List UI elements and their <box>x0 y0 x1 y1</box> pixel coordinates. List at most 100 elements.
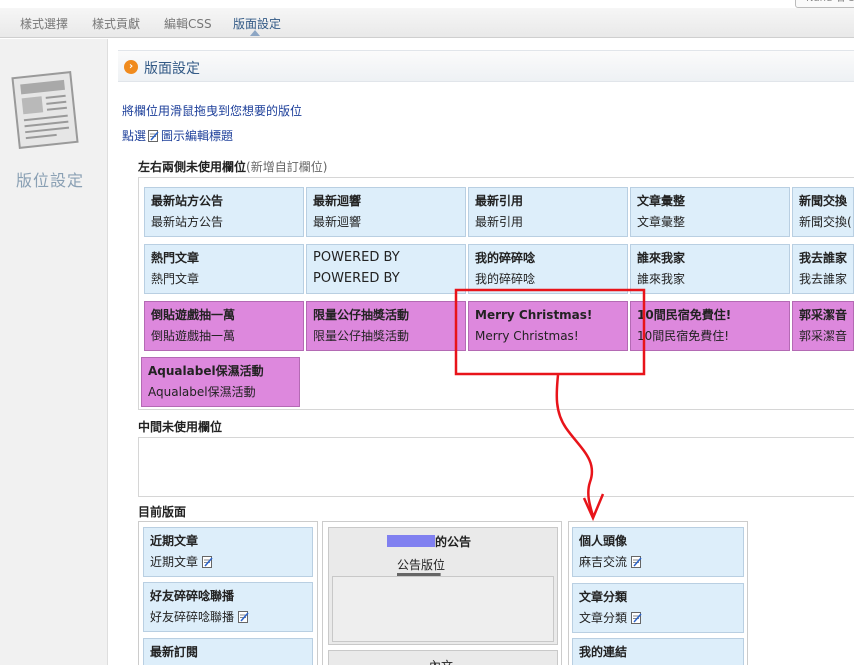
edit-icon[interactable] <box>238 611 249 623</box>
field-title: 好友碎碎唸聯播 <box>150 589 235 603</box>
field-box[interactable]: 最新迴響 最新迴響 <box>306 187 466 237</box>
edit-hint-suffix: 圖示編輯標題 <box>161 129 234 143</box>
field-subtitle: 倒貼遊戲抽一萬 <box>151 329 236 343</box>
field-subtitle: 最新引用 <box>475 215 524 229</box>
edit-icon[interactable] <box>202 556 213 568</box>
drag-hint: 將欄位用滑鼠拖曳到您想要的版位 <box>122 104 303 118</box>
promo-field-box[interactable]: 郭采潔音 郭采潔音 <box>792 301 854 351</box>
drag-arrow-head <box>582 493 605 522</box>
content-panel[interactable]: 內文 <box>328 650 558 665</box>
field-box[interactable]: 最新引用 最新引用 <box>468 187 628 237</box>
field-title: Merry Christmas! <box>475 308 593 322</box>
page: Nand 名 3 樣式選擇 樣式貢獻 編輯CSS 版面設定 版位設定 › 版面設… <box>0 0 854 665</box>
announcement-title: 的公告 <box>387 533 471 550</box>
top-strip: Nand 名 3 <box>0 0 854 8</box>
edit-icon[interactable] <box>631 556 642 568</box>
unused-side-title: 左右兩側未使用欄位(新增自訂欄位) <box>138 158 327 175</box>
field-box[interactable]: 最新站方公告 最新站方公告 <box>144 187 304 237</box>
active-tab-indicator <box>250 30 260 36</box>
edit-hint-prefix: 點選 <box>122 129 147 143</box>
field-title: 最新引用 <box>475 194 524 208</box>
field-title: 新聞交換 <box>799 194 848 208</box>
section-header: › 版面設定 <box>118 50 854 82</box>
field-box[interactable]: 文章彙整 文章彙整 <box>630 187 790 237</box>
layout-box[interactable]: 好友碎碎唸聯播 好友碎碎唸聯播 <box>143 582 313 632</box>
redacted-name <box>387 535 435 547</box>
field-title: 誰來我家 <box>637 251 686 265</box>
field-subtitle: 熱門文章 <box>151 272 200 286</box>
field-subtitle: 新聞交換( <box>799 215 852 229</box>
field-subtitle: 最新迴響 <box>313 215 362 229</box>
field-subtitle: 10間民宿免費住! <box>637 329 730 343</box>
field-subtitle: 最新站方公告 <box>151 215 224 229</box>
field-title: 倒貼遊戲抽一萬 <box>151 308 236 322</box>
field-box[interactable]: 我去誰家 我去誰家 <box>792 244 854 294</box>
field-subtitle: 文章分類 <box>579 611 628 625</box>
field-box[interactable]: POWERED BY POWERED BY <box>306 244 466 294</box>
field-subtitle: 限量公仔抽獎活動 <box>313 329 410 343</box>
sidebar-title: 版位設定 <box>16 171 85 190</box>
promo-field-box[interactable]: Aqualabel保濕活動 Aqualabel保濕活動 <box>141 357 300 407</box>
tab-edit-css[interactable]: 編輯CSS <box>164 15 212 32</box>
field-box[interactable]: 新聞交換 新聞交換( <box>792 187 854 237</box>
field-subtitle: 文章彙整 <box>637 215 686 229</box>
field-title: 個人頭像 <box>579 534 628 548</box>
edit-icon[interactable] <box>631 612 642 624</box>
field-subtitle: Merry Christmas! <box>475 329 579 343</box>
newspaper-icon <box>11 71 79 149</box>
sidebar: 版位設定 <box>0 39 108 665</box>
layout-box[interactable]: 最新訂閱 <box>143 638 313 665</box>
unused-side-label: 左右兩側未使用欄位 <box>138 160 247 174</box>
field-subtitle: 近期文章 <box>150 555 199 569</box>
unused-middle-title: 中間未使用欄位 <box>138 420 223 434</box>
field-title: 最新訂閱 <box>150 645 199 659</box>
layout-box[interactable]: 文章分類 文章分類 <box>572 583 744 633</box>
current-layout-title: 目前版面 <box>138 505 187 519</box>
field-subtitle: 我去誰家 <box>799 272 848 286</box>
field-title: 我去誰家 <box>799 251 848 265</box>
promo-field-box[interactable]: 10間民宿免費住! 10間民宿免費住! <box>630 301 790 351</box>
field-title: 近期文章 <box>150 534 199 548</box>
field-title: 我的碎碎唸 <box>475 251 536 265</box>
section-title: 版面設定 <box>144 61 200 77</box>
style-tab-bar: 樣式選擇 樣式貢獻 編輯CSS 版面設定 <box>0 8 854 38</box>
field-subtitle: 好友碎碎唸聯播 <box>150 610 235 624</box>
field-title: 最新站方公告 <box>151 194 224 208</box>
field-subtitle: 麻吉交流 <box>579 555 628 569</box>
field-title: 熱門文章 <box>151 251 200 265</box>
layout-box[interactable]: 個人頭像 麻吉交流 <box>572 527 744 577</box>
field-box[interactable]: 誰來我家 誰來我家 <box>630 244 790 294</box>
tab-style-select[interactable]: 樣式選擇 <box>20 15 68 32</box>
layout-box[interactable]: 近期文章 近期文章 <box>143 527 313 577</box>
announcement-sub-text: 公告版位 <box>397 558 446 572</box>
announcement-content-area <box>332 576 554 642</box>
field-subtitle: 誰來我家 <box>637 272 686 286</box>
field-subtitle: POWERED BY <box>313 271 400 286</box>
content-label: 內文 <box>429 657 453 665</box>
edit-hint: 點選 圖示編輯標題 <box>122 127 233 144</box>
field-box[interactable]: 熱門文章 熱門文章 <box>144 244 304 294</box>
unused-middle-pool <box>138 437 854 497</box>
announcement-panel[interactable]: 的公告 公告版位 <box>328 527 558 645</box>
edit-icon <box>148 130 159 142</box>
add-custom-field-link[interactable]: (新增自訂欄位) <box>246 160 327 174</box>
field-title: Aqualabel保濕活動 <box>148 364 264 378</box>
arrow-right-icon: › <box>124 60 138 74</box>
field-title: 限量公仔抽獎活動 <box>313 308 410 322</box>
field-subtitle: 郭采潔音 <box>799 329 848 343</box>
field-title: 10間民宿免費住! <box>637 308 732 322</box>
tab-style-contribute[interactable]: 樣式貢獻 <box>92 15 140 32</box>
field-title: 最新迴響 <box>313 194 362 208</box>
promo-field-box-merry-christmas[interactable]: Merry Christmas! Merry Christmas! <box>468 301 628 351</box>
field-title: 我的連結 <box>579 645 628 659</box>
field-title: 文章彙整 <box>637 194 686 208</box>
promo-field-box[interactable]: 限量公仔抽獎活動 限量公仔抽獎活動 <box>306 301 466 351</box>
layout-box[interactable]: 我的連結 <box>572 638 744 665</box>
announcement-title-text: 的公告 <box>435 535 472 549</box>
field-subtitle: 我的碎碎唸 <box>475 272 536 286</box>
field-title: 文章分類 <box>579 590 628 604</box>
promo-field-box[interactable]: 倒貼遊戲抽一萬 倒貼遊戲抽一萬 <box>144 301 304 351</box>
field-title: POWERED BY <box>313 250 400 265</box>
top-corner-tab[interactable]: Nand 名 3 <box>795 0 854 8</box>
field-box[interactable]: 我的碎碎唸 我的碎碎唸 <box>468 244 628 294</box>
